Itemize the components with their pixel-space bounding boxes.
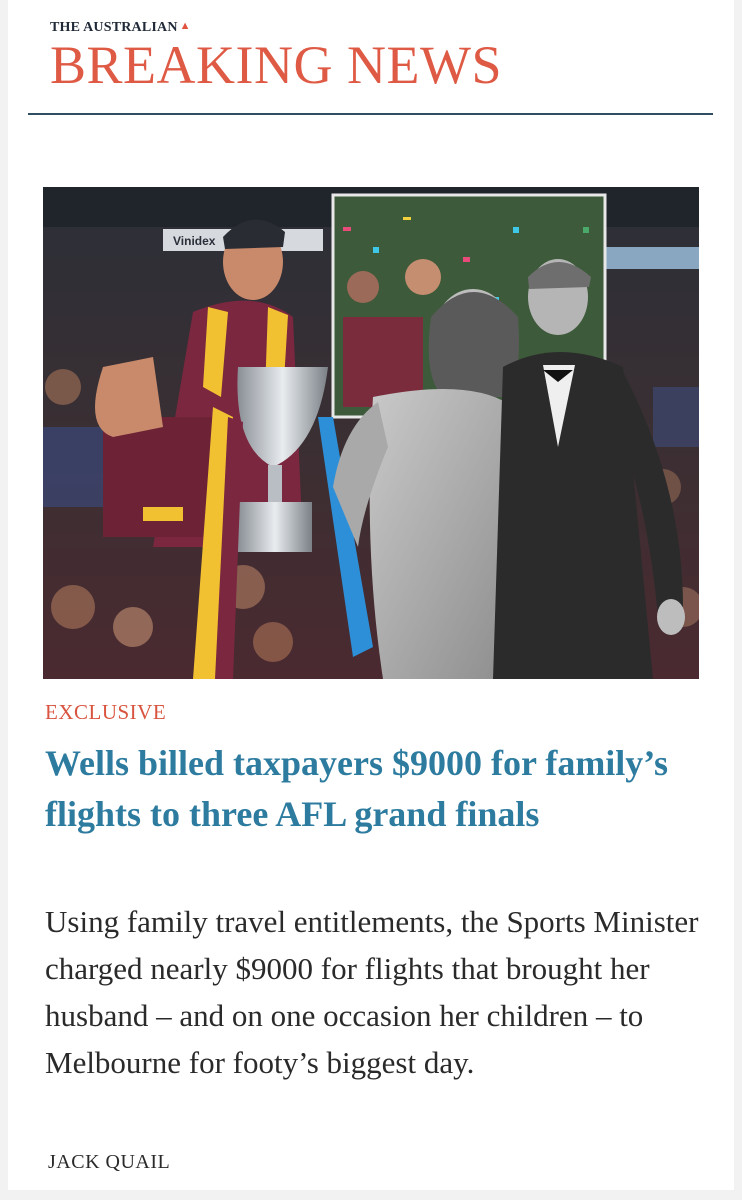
brand-logo[interactable]: THE AUSTRALIAN ▲ [50,20,502,36]
brand-leaf-icon: ▲ [179,19,191,32]
stadium-banner: Vinidex [173,234,216,248]
article-byline[interactable]: JACK QUAIL [48,1151,170,1174]
masthead: THE AUSTRALIAN ▲ BREAKING NEWS [50,20,502,95]
article-headline[interactable]: Wells billed taxpayers $9000 for family’… [45,738,695,840]
bottom-edge [0,1190,742,1200]
article-kicker: EXCLUSIVE [45,700,167,724]
hero-illustration: Vinidex [43,187,699,679]
left-edge [0,0,8,1200]
article-card: THE AUSTRALIAN ▲ BREAKING NEWS Vinidex E… [0,0,742,1200]
article-standfirst: Using family travel entitlements, the Sp… [45,904,699,1080]
hero-image[interactable]: Vinidex [43,187,699,679]
right-edge [734,0,742,1200]
header-divider [28,113,713,115]
brand-name: THE AUSTRALIAN [50,20,178,35]
section-title: BREAKING NEWS [50,35,502,95]
